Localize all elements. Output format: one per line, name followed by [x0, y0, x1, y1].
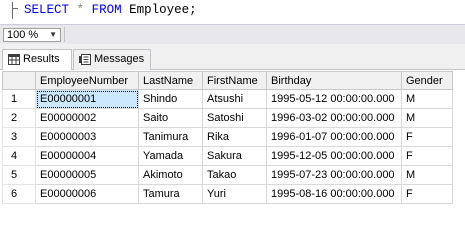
table-cell[interactable]: Tanimura: [138, 127, 203, 147]
table-cell[interactable]: Akimoto: [138, 165, 203, 185]
header-row: EmployeeNumber LastName FirstName Birthd…: [2, 71, 453, 90]
row-number[interactable]: 6: [2, 184, 36, 204]
table-cell[interactable]: M: [401, 89, 453, 109]
sql-star: *: [76, 3, 85, 17]
row-number[interactable]: 4: [2, 146, 36, 166]
table-cell[interactable]: Saito: [138, 108, 203, 128]
sql-text[interactable]: SELECT * FROM Employee;: [24, 3, 197, 17]
tab-messages-label: Messages: [94, 53, 145, 65]
row-number[interactable]: 2: [2, 108, 36, 128]
table-cell[interactable]: 1995-05-12 00:00:00.000: [266, 89, 402, 109]
grid-icon: [8, 54, 20, 65]
table-cell[interactable]: Yuri: [202, 184, 267, 204]
table-cell[interactable]: Yamada: [138, 146, 203, 166]
table-cell[interactable]: Takao: [202, 165, 267, 185]
table-cell-selected[interactable]: E00000001: [35, 89, 139, 109]
table-cell[interactable]: F: [401, 127, 453, 147]
row-number[interactable]: 3: [2, 127, 36, 147]
sql-table-name: Employee;: [129, 3, 197, 17]
table-cell[interactable]: Tamura: [138, 184, 203, 204]
table-row: 2 E00000002 Saito Satoshi 1996-03-02 00:…: [2, 108, 453, 128]
zoom-value: 100 %: [7, 29, 39, 41]
row-number[interactable]: 5: [2, 165, 36, 185]
table-cell[interactable]: 1995-08-16 00:00:00.000: [266, 184, 402, 204]
table-cell[interactable]: 1996-03-02 00:00:00.000: [266, 108, 402, 128]
table-cell[interactable]: E00000006: [35, 184, 139, 204]
table-row: 1 E00000001 Shindo Atsushi 1995-05-12 00…: [2, 89, 453, 109]
collapse-outline-icon[interactable]: [12, 2, 18, 19]
table-cell[interactable]: 1995-12-05 00:00:00.000: [266, 146, 402, 166]
corner-cell[interactable]: [2, 71, 36, 90]
table-cell[interactable]: Shindo: [138, 89, 203, 109]
table-cell[interactable]: E00000004: [35, 146, 139, 166]
sql-keyword-select: SELECT: [24, 3, 70, 17]
results-grid[interactable]: EmployeeNumber LastName FirstName Birthd…: [0, 70, 465, 214]
table-row: 5 E00000005 Akimoto Takao 1995-07-23 00:…: [2, 165, 453, 185]
row-number[interactable]: 1: [2, 89, 36, 109]
messages-icon: [79, 54, 91, 65]
table-row: 3 E00000003 Tanimura Rika 1996-01-07 00:…: [2, 127, 453, 147]
table-cell[interactable]: Rika: [202, 127, 267, 147]
table-cell[interactable]: F: [401, 146, 453, 166]
tab-results-label: Results: [23, 53, 60, 65]
tab-results[interactable]: Results: [2, 49, 72, 71]
column-header[interactable]: Birthday: [266, 71, 402, 90]
table-row: 4 E00000004 Yamada Sakura 1995-12-05 00:…: [2, 146, 453, 166]
table-cell[interactable]: E00000002: [35, 108, 139, 128]
results-tabstrip: Results Messages: [0, 44, 465, 71]
table-cell[interactable]: 1995-07-23 00:00:00.000: [266, 165, 402, 185]
sql-keyword-from: FROM: [91, 3, 122, 17]
zoom-select[interactable]: 100 % ▼: [3, 28, 61, 42]
table-cell[interactable]: M: [401, 108, 453, 128]
tab-messages[interactable]: Messages: [73, 49, 151, 70]
table-cell[interactable]: Atsushi: [202, 89, 267, 109]
column-header[interactable]: LastName: [138, 71, 203, 90]
table-cell[interactable]: 1996-01-07 00:00:00.000: [266, 127, 402, 147]
results-table: EmployeeNumber LastName FirstName Birthd…: [2, 71, 453, 204]
table-cell[interactable]: E00000003: [35, 127, 139, 147]
table-cell[interactable]: E00000005: [35, 165, 139, 185]
table-cell[interactable]: Satoshi: [202, 108, 267, 128]
table-cell[interactable]: M: [401, 165, 453, 185]
zoom-bar: 100 % ▼: [0, 24, 465, 44]
column-header[interactable]: Gender: [401, 71, 453, 90]
table-cell[interactable]: Sakura: [202, 146, 267, 166]
table-row: 6 E00000006 Tamura Yuri 1995-08-16 00:00…: [2, 184, 453, 204]
column-header[interactable]: FirstName: [202, 71, 267, 90]
query-editor[interactable]: SELECT * FROM Employee;: [0, 0, 465, 24]
table-cell[interactable]: F: [401, 184, 453, 204]
chevron-down-icon[interactable]: ▼: [49, 29, 57, 41]
column-header[interactable]: EmployeeNumber: [35, 71, 139, 90]
zoom-separator: [64, 27, 65, 42]
